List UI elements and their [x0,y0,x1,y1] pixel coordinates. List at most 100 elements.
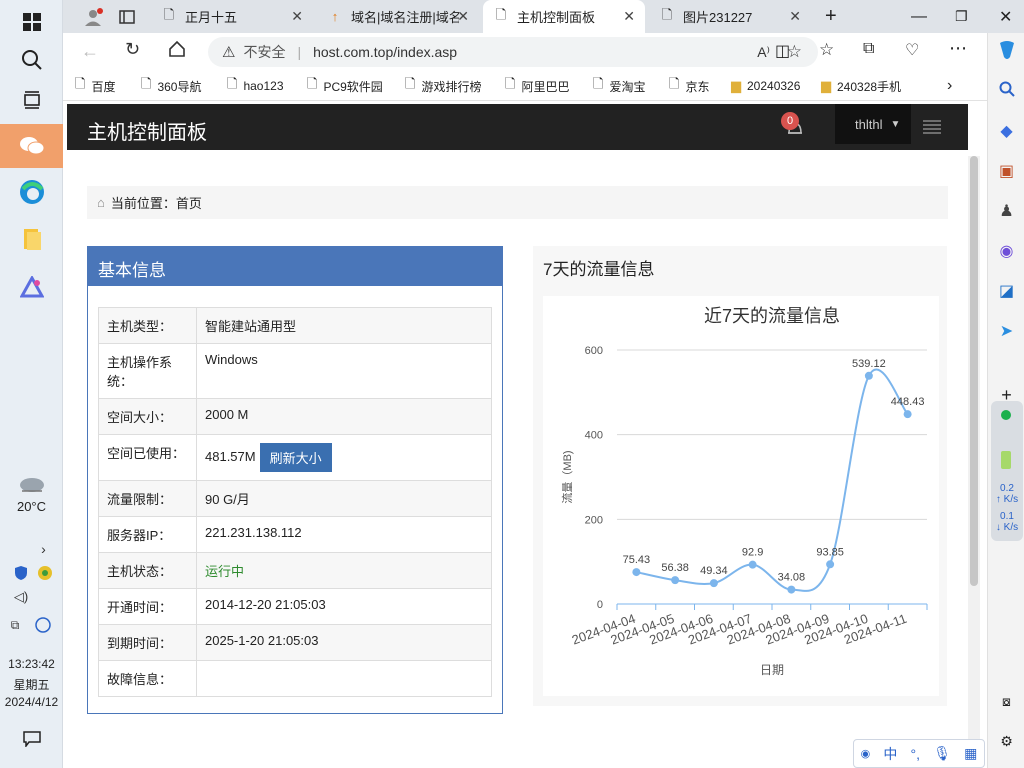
data-point [632,568,641,577]
page-icon: 🗋 [505,76,516,91]
clock-time[interactable]: 13:23:42 [0,657,63,671]
bookmark-folder[interactable]: ▆ 20240326 [731,71,800,101]
collections-icon[interactable]: ⧉ [863,40,874,58]
close-window-icon[interactable]: ✕ [989,0,1024,33]
tab-3[interactable]: 🗋 主机控制面板 ✕ [483,0,645,33]
page-icon: 🗋 [593,76,604,91]
copilot-icon[interactable] [988,39,1024,66]
battery-icon [1001,451,1011,469]
outlook-icon[interactable]: ◪ [988,281,1024,301]
punctuation-icon[interactable]: °, [911,746,921,762]
tray-app-icon[interactable] [30,562,60,584]
close-icon[interactable]: ✕ [291,8,303,25]
clock-date[interactable]: 2024/4/12 [0,695,63,709]
perf-widget[interactable]: 0.2 ↑ K/s 0.1 ↓ K/s [991,401,1023,541]
chevron-down-icon: ▼ [890,118,901,130]
screenshot-icon[interactable]: ⧇ [988,693,1024,710]
edge-sidebar: ◆ ▣ ♟ ◉ ◪ ➤ + 0.2 ↑ K/s 0.1 ↓ K/s ⧇ ⚙ [987,33,1024,768]
bookmark-item[interactable]: 🗋 京东 [669,71,709,101]
row-key: 服务器IP： [98,516,197,553]
search-icon[interactable] [988,81,1024,102]
address-bar[interactable]: ⚠ 不安全 | host.com.top/index.asp A⁾ ☆ [208,37,818,67]
microphone-icon[interactable]: 🎙 [933,745,951,762]
folder-icon: ▆ [731,78,741,93]
tab-label: 域名|域名注册|域名 [351,10,459,25]
page-icon: 🗋 [669,76,680,91]
profile-avatar[interactable] [73,0,109,33]
volume-icon[interactable]: ◁) [6,586,36,608]
shopping-tag-icon[interactable]: ◆ [988,121,1024,141]
close-icon[interactable]: ✕ [789,8,801,25]
bookmark-folder[interactable]: ▆ 240328手机 [821,71,901,101]
tools-icon[interactable]: ▣ [988,161,1024,181]
back-icon[interactable]: ← [81,41,99,62]
refresh-size-button[interactable]: 刷新大小 [259,443,332,472]
x-axis-label: 日期 [760,663,784,677]
games-icon[interactable]: ♟ [988,201,1024,221]
breadcrumb-current[interactable]: 首页 [176,193,202,212]
bookmark-item[interactable]: 🗋 游戏排行榜 [405,71,481,101]
url-text: host.com.top/index.asp [313,44,458,60]
chevron-right-icon[interactable]: › [947,71,952,101]
page-scrollbar[interactable] [968,156,980,768]
bookmark-item[interactable]: 🗋 爱淘宝 [593,71,645,101]
search-icon[interactable] [0,38,63,82]
split-screen-icon[interactable]: ◫ [775,41,790,61]
home-icon[interactable] [168,40,186,63]
minimize-icon[interactable]: — [901,0,937,33]
ime-mode-label[interactable]: 中 [883,744,897,764]
task-view-icon[interactable] [0,78,63,122]
bookmark-item[interactable]: 🗋 hao123 [227,71,284,101]
series-line [636,368,909,592]
close-icon[interactable]: ✕ [623,8,635,25]
tab-4[interactable]: 🗋 图片231227 ✕ [649,0,811,33]
data-label: 75.43 [623,554,651,566]
app-header: 主机控制面板 0 thlthl ▼ [67,104,968,150]
scrollbar-thumb[interactable] [970,156,978,586]
ime-toolbar[interactable]: ◉ 中 °, 🎙 ▦ [853,739,985,768]
send-icon[interactable]: ➤ [988,321,1024,341]
page-icon: 🗋 [227,76,238,91]
app-icon[interactable] [0,265,63,309]
tab-2[interactable]: ↑ 域名|域名注册|域名 ✕ [317,0,479,33]
insecure-label: 不安全 [243,44,286,60]
data-point [748,560,757,569]
bookmark-item[interactable]: 🗋 360导航 [141,71,201,101]
user-menu[interactable]: thlthl ▼ [835,104,911,144]
row-value: 481.57M 刷新大小 [196,434,492,481]
more-options-icon[interactable]: ⋯ [949,38,967,59]
data-label: 49.34 [700,565,728,577]
data-label: 448.43 [891,396,925,408]
data-label: 539.12 [852,358,886,370]
favorites-icon[interactable]: ☆ [819,40,834,60]
network-icon[interactable]: ⧉ [0,614,30,636]
new-tab-icon[interactable]: + [815,0,845,33]
data-point [709,579,718,588]
performance-icon[interactable]: ♡ [905,40,919,60]
address-divider: | [297,44,302,60]
tab-actions-icon[interactable] [109,0,145,33]
file-explorer-icon[interactable] [0,217,63,261]
menu-icon[interactable] [923,120,941,139]
close-icon[interactable]: ✕ [457,8,469,25]
data-label: 92.9 [742,547,763,559]
page-icon: 🗋 [307,76,318,91]
tab-1[interactable]: 🗋 正月十五 ✕ [151,0,313,33]
office-icon[interactable]: ◉ [988,241,1024,261]
restore-icon[interactable]: ❐ [945,0,981,33]
notification-count-badge: 0 [781,112,799,130]
apps-grid-icon[interactable]: ▦ [964,745,977,762]
bookmark-item[interactable]: 🗋 PC9软件园 [307,71,383,101]
clock-weekday[interactable]: 星期五 [0,676,63,693]
bookmark-item[interactable]: 🗋 百度 [75,71,115,101]
ifly-tray-icon[interactable] [28,614,58,636]
notification-icon[interactable] [0,722,63,756]
read-aloud-icon[interactable]: A⁾ [757,44,770,61]
edge-app-icon[interactable] [0,170,63,214]
settings-icon[interactable]: ⚙ [988,733,1024,750]
wechat-app-icon[interactable] [0,124,63,168]
bookmark-item[interactable]: 🗋 阿里巴巴 [505,71,569,101]
site-favicon-icon: ↑ [331,9,339,24]
data-label: 56.38 [661,562,689,574]
refresh-icon[interactable]: ↻ [125,39,140,60]
